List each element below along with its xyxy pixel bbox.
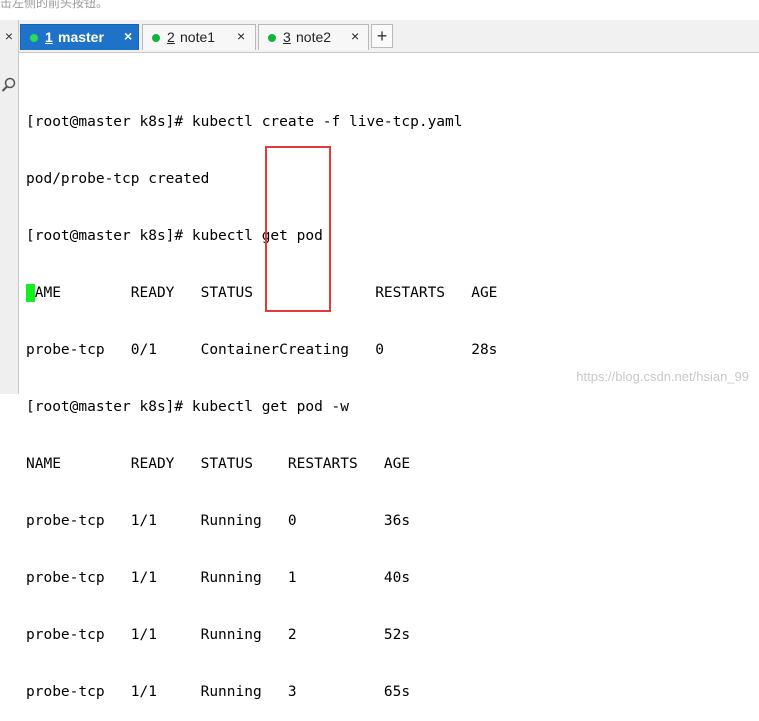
status-dot-icon	[30, 34, 38, 42]
restarts-highlight-box	[265, 146, 331, 312]
close-icon[interactable]: ×	[351, 28, 359, 44]
tab-label: note1	[180, 29, 216, 45]
tab-master[interactable]: 1 master ×	[20, 24, 139, 50]
watermark-text: https://blog.csdn.net/hsian_99	[576, 369, 749, 384]
close-icon[interactable]: ×	[0, 28, 18, 44]
terminal-cursor	[26, 284, 35, 302]
close-icon[interactable]: ×	[124, 28, 132, 44]
tab-note1[interactable]: 2 note1 ×	[142, 24, 256, 50]
terminal-line: probe-tcp 1/1 Running 3 65s	[26, 684, 411, 700]
left-side-strip: ×	[0, 20, 19, 394]
terminal-line: NAME READY STATUS RESTARTS AGE	[26, 456, 411, 472]
terminal-line: [root@master k8s]# kubectl create -f liv…	[26, 114, 463, 130]
terminal-line: [root@master k8s]# kubectl get pod -w	[26, 399, 350, 415]
close-icon[interactable]: ×	[237, 28, 245, 44]
terminal-line: probe-tcp 1/1 Running 1 40s	[26, 570, 411, 586]
terminal-line: probe-tcp 1/1 Running 0 36s	[26, 513, 411, 529]
terminal-output[interactable]: [root@master k8s]# kubectl create -f liv…	[26, 75, 497, 721]
tab-label: note2	[296, 29, 332, 45]
search-icon[interactable]	[1, 77, 17, 93]
tab-number: 2	[167, 29, 175, 45]
terminal-line: pod/probe-tcp created	[26, 171, 210, 187]
tab-number: 3	[283, 29, 291, 45]
status-dot-icon	[152, 34, 160, 42]
terminal-line: probe-tcp 0/1 ContainerCreating 0 28s	[26, 342, 498, 358]
terminal-line: NAME READY STATUS RESTARTS AGE	[26, 285, 498, 301]
status-dot-icon	[268, 34, 276, 42]
top-hint-text: 击左侧的前头按钮。	[0, 0, 109, 10]
tab-number: 1	[45, 29, 53, 45]
tab-label: master	[58, 29, 104, 45]
terminal-line: [root@master k8s]# kubectl get pod	[26, 228, 323, 244]
add-tab-button[interactable]: +	[371, 24, 393, 48]
terminal-line: probe-tcp 1/1 Running 2 52s	[26, 627, 411, 643]
tab-note2[interactable]: 3 note2 ×	[258, 24, 369, 50]
